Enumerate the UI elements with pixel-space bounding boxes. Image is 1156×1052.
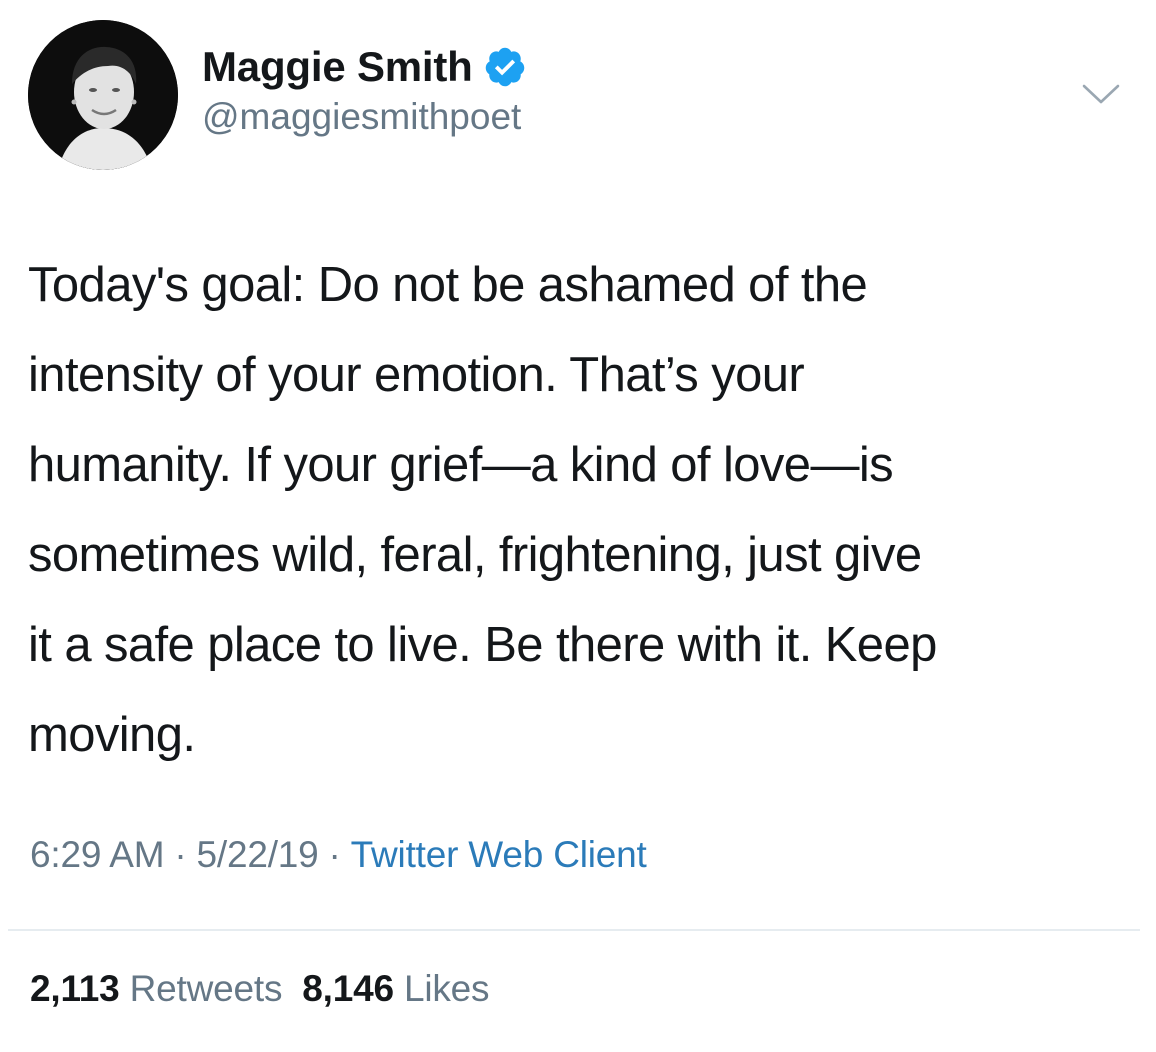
tweet-text-line: it a safe place to live. Be there with i… <box>28 618 937 672</box>
likes-label: Likes <box>403 968 490 1009</box>
divider <box>8 929 1140 931</box>
verified-badge-icon <box>483 45 527 89</box>
tweet-text-line: intensity of your emotion. That’s your <box>28 348 805 402</box>
likes-stat[interactable]: 8,146 Likes <box>302 968 489 1009</box>
tweet-text: Today's goal: Do not be ashamed of the i… <box>28 240 1123 780</box>
tweet-time[interactable]: 6:29 AM <box>30 834 165 875</box>
tweet-source-link[interactable]: Twitter Web Client <box>351 834 647 875</box>
author-name-row[interactable]: Maggie Smith <box>202 40 527 94</box>
tweet-text-line: moving. <box>28 708 196 762</box>
separator-dot: · <box>328 834 341 875</box>
separator-dot: · <box>174 834 187 875</box>
tweet-metadata: 6:29 AM · 5/22/19 · Twitter Web Client <box>30 834 647 876</box>
chevron-down-icon[interactable] <box>1080 80 1122 110</box>
username-handle[interactable]: @maggiesmithpoet <box>202 96 521 138</box>
display-name[interactable]: Maggie Smith <box>202 43 473 91</box>
retweets-stat[interactable]: 2,113 Retweets <box>30 968 282 1009</box>
tweet-text-line: humanity. If your grief—a kind of love—i… <box>28 438 894 492</box>
tweet-text-line: sometimes wild, feral, frightening, just… <box>28 528 922 582</box>
engagement-stats: 2,113 Retweets 8,146 Likes <box>30 968 490 1010</box>
avatar[interactable] <box>28 20 178 170</box>
likes-count: 8,146 <box>302 968 394 1009</box>
tweet-text-line: Today's goal: Do not be ashamed of the <box>28 258 868 312</box>
tweet-date[interactable]: 5/22/19 <box>196 834 318 875</box>
retweets-label: Retweets <box>129 968 283 1009</box>
retweets-count: 2,113 <box>30 968 120 1009</box>
profile-photo <box>28 20 178 170</box>
